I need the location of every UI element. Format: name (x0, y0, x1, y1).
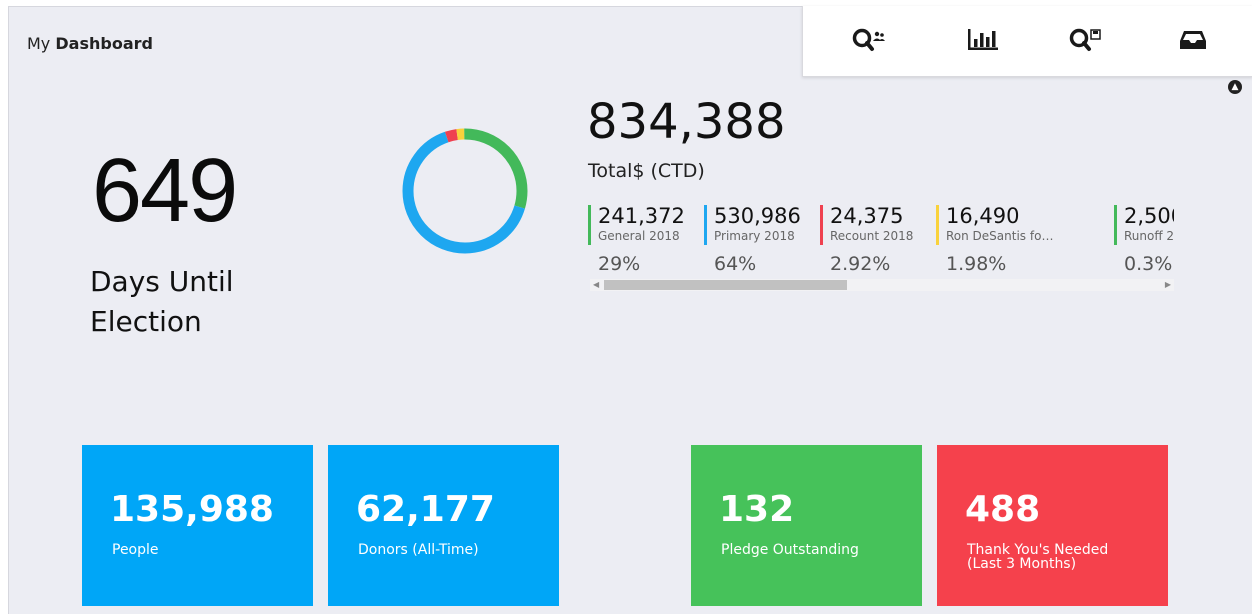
card-label: Pledge Outstanding (721, 542, 859, 558)
bar-chart-icon (967, 28, 999, 56)
card-label: Donors (All-Time) (358, 542, 479, 558)
segment-item[interactable]: 16,490 Ron DeSantis for Gov... 1.98% (936, 205, 1056, 277)
segment-color-bar (704, 205, 707, 245)
segment-value: 2,500 (1124, 205, 1174, 228)
days-count: 649 (92, 141, 238, 241)
card-label: People (112, 542, 159, 558)
page-title-prefix: My (27, 34, 51, 53)
card-value: 62,177 (356, 489, 495, 530)
total-label: Total$ (CTD) (588, 160, 705, 182)
segment-value: 530,986 (714, 205, 801, 228)
people-card[interactable]: 135,988 People (82, 445, 313, 606)
segment-percent: 2.92% (830, 253, 891, 275)
card-label: Thank You's Needed (Last 3 Months) (967, 542, 1109, 572)
scrollbar-thumb[interactable] (604, 280, 847, 290)
page-title: My Dashboard (27, 34, 153, 53)
segment-item[interactable]: 24,375 Recount 2018 2.92% (820, 205, 940, 277)
totals-donut-chart (402, 128, 528, 254)
segment-value: 241,372 (598, 205, 685, 228)
donors-card[interactable]: 62,177 Donors (All-Time) (328, 445, 559, 606)
search-save-icon (1069, 27, 1103, 57)
collapse-icon[interactable]: ▲ (1228, 80, 1242, 94)
days-label: Days Until Election (90, 265, 234, 338)
thank-you-card[interactable]: 488 Thank You's Needed (Last 3 Months) (937, 445, 1168, 606)
segment-name: General 2018 (598, 229, 680, 243)
reports-button[interactable] (963, 25, 1003, 59)
segment-color-bar (820, 205, 823, 245)
search-people-button[interactable] (849, 25, 889, 59)
page-title-main: Dashboard (55, 34, 153, 53)
segment-name: Recount 2018 (830, 229, 914, 243)
segment-name: Ron DeSantis for Gov... (946, 229, 1056, 243)
segment-value: 16,490 (946, 205, 1020, 228)
segment-item[interactable]: 530,986 Primary 2018 64% (704, 205, 824, 277)
segment-name: Runoff 2 (1124, 229, 1174, 243)
segment-item[interactable]: 241,372 General 2018 29% (588, 205, 708, 277)
card-value: 132 (719, 489, 795, 530)
segment-color-bar (936, 205, 939, 245)
scroll-left-icon[interactable]: ◀ (593, 279, 599, 291)
inbox-icon (1179, 28, 1207, 56)
segment-value: 24,375 (830, 205, 904, 228)
card-value: 135,988 (110, 489, 274, 530)
segment-color-bar (588, 205, 591, 245)
segment-color-bar (1114, 205, 1117, 245)
segment-scrollbar[interactable]: ◀ ▶ (590, 279, 1174, 291)
segment-percent: 64% (714, 253, 757, 275)
inbox-button[interactable] (1173, 25, 1213, 59)
segment-name: Primary 2018 (714, 229, 795, 243)
pledge-card[interactable]: 132 Pledge Outstanding (691, 445, 922, 606)
scroll-right-icon[interactable]: ▶ (1165, 279, 1171, 291)
segment-percent: 29% (598, 253, 641, 275)
segment-list: 241,372 General 2018 29% 530,986 Primary… (588, 205, 1174, 277)
total-amount: 834,388 (587, 94, 786, 150)
segment-item[interactable]: 2,500 Runoff 2 0.3% (1114, 205, 1174, 277)
toolbar (802, 6, 1252, 77)
search-people-icon (852, 27, 886, 57)
saved-search-button[interactable] (1066, 25, 1106, 59)
card-value: 488 (965, 489, 1041, 530)
segment-percent: 1.98% (946, 253, 1007, 275)
segment-percent: 0.3% (1124, 253, 1173, 275)
